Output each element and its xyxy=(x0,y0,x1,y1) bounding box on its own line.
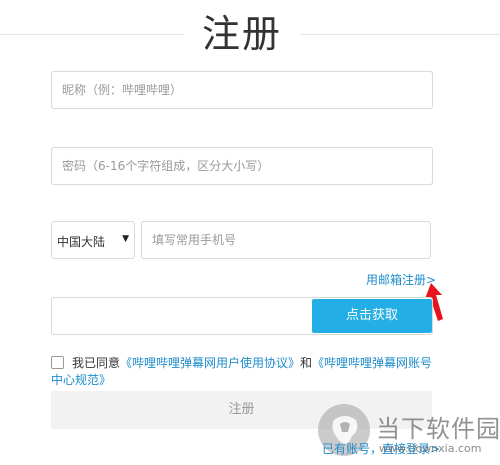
watermark-url: www.downxia.com xyxy=(379,442,482,455)
title-divider-right xyxy=(300,34,500,35)
phone-field[interactable] xyxy=(141,221,431,259)
watermark-title: 当下软件园 xyxy=(376,415,500,443)
agree-checkbox[interactable] xyxy=(51,356,64,369)
verification-code-input[interactable] xyxy=(52,298,310,334)
password-field[interactable] xyxy=(51,147,433,185)
nickname-input[interactable] xyxy=(52,72,432,108)
agreement-row: 我已同意《哔哩哔哩弹幕网用户使用协议》和《哔哩哔哩弹幕网账号中心规范》 xyxy=(51,355,441,389)
phone-input[interactable] xyxy=(142,222,430,258)
page-title: 注册 xyxy=(201,12,282,56)
country-select[interactable]: 中国大陆 ▼ xyxy=(51,221,135,259)
country-select-value: 中国大陆 xyxy=(57,235,106,249)
get-code-button[interactable]: 点击获取 xyxy=(312,299,432,333)
register-button[interactable]: 注册 xyxy=(51,391,432,429)
title-divider-left xyxy=(0,34,184,35)
dropdown-triangle-icon: ▼ xyxy=(122,234,129,244)
user-agreement-link[interactable]: 《哔哩哔哩弹幕网用户使用协议》 xyxy=(120,356,300,370)
nickname-field[interactable] xyxy=(51,71,433,109)
agree-prefix: 我已同意 xyxy=(72,356,121,370)
password-input[interactable] xyxy=(52,148,432,184)
agree-and: 和 xyxy=(300,356,313,370)
has-account-text: 已有账号， xyxy=(322,442,383,456)
